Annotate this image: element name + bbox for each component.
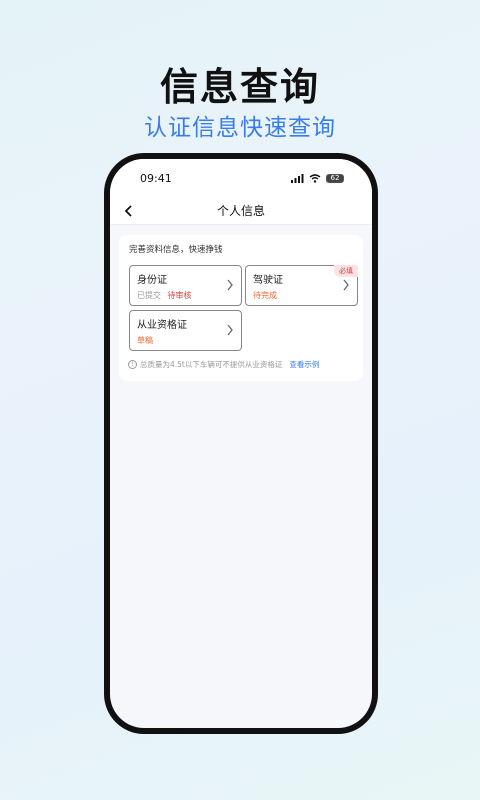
status-icons: 62 bbox=[291, 173, 344, 183]
chevron-right-icon bbox=[227, 324, 233, 336]
promo-headline: 信息查询 bbox=[159, 65, 320, 109]
note-row: ! 总质量为4.5t以下车辆可不提供从业资格证 查看示例 bbox=[128, 359, 319, 370]
signal-icon bbox=[291, 173, 304, 183]
required-badge: 必填 bbox=[334, 265, 358, 277]
phone-screen: 09:41 62 个人信息 完善资料信息，快速挣钱 身份证 已提交 待审核 必填… bbox=[110, 159, 372, 728]
pending-review-status: 待审核 bbox=[167, 291, 192, 300]
back-arrow-icon[interactable] bbox=[122, 202, 136, 220]
profile-card: 完善资料信息，快速挣钱 身份证 已提交 待审核 必填 驾驶证 待完成 从业资格证… bbox=[119, 235, 363, 381]
status-time: 09:41 bbox=[140, 171, 172, 185]
item-status: 草稿 bbox=[137, 336, 153, 345]
view-example-link[interactable]: 查看示例 bbox=[289, 359, 319, 370]
promo-subheadline: 认证信息快速查询 bbox=[144, 115, 336, 141]
item-label: 身份证 bbox=[137, 275, 167, 286]
driver-license-item[interactable]: 必填 驾驶证 待完成 bbox=[245, 265, 358, 306]
note-text: 总质量为4.5t以下车辆可不提供从业资格证 bbox=[140, 360, 283, 369]
wifi-icon bbox=[309, 173, 321, 183]
page-title: 个人信息 bbox=[216, 204, 265, 218]
info-icon: ! bbox=[128, 360, 137, 369]
item-label: 从业资格证 bbox=[137, 320, 187, 331]
item-status: 已提交 待审核 bbox=[137, 290, 234, 301]
status-bar: 09:41 62 bbox=[110, 159, 372, 197]
nav-bar: 个人信息 bbox=[110, 197, 372, 225]
submitted-text: 已提交 bbox=[137, 291, 161, 300]
qualification-cert-item[interactable]: 从业资格证 草稿 bbox=[129, 310, 242, 351]
chevron-right-icon bbox=[227, 279, 233, 291]
card-title: 完善资料信息，快速挣钱 bbox=[129, 245, 223, 255]
chevron-right-icon bbox=[343, 279, 349, 291]
id-card-item[interactable]: 身份证 已提交 待审核 bbox=[129, 265, 242, 306]
item-status: 待完成 bbox=[253, 291, 277, 300]
battery-icon: 62 bbox=[326, 173, 344, 183]
phone-frame: 09:41 62 个人信息 完善资料信息，快速挣钱 身份证 已提交 待审核 必填… bbox=[104, 153, 378, 734]
